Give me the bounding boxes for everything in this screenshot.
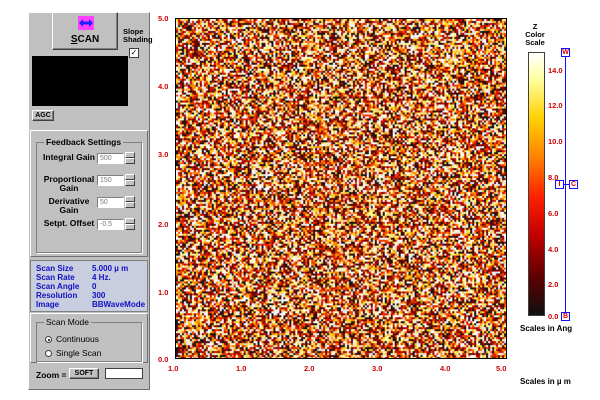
spin-down[interactable] (125, 158, 135, 164)
info-value: 5.000 µ m (92, 264, 129, 273)
info-row: Scan Angle 0 (36, 283, 96, 291)
integral-gain-input[interactable]: 500 (97, 153, 124, 164)
marker-i[interactable]: I (555, 180, 564, 189)
scan-image[interactable] (175, 18, 507, 359)
info-row: Scan Size 5.000 µ m (36, 265, 128, 273)
zoom-label: Zoom = (36, 370, 67, 380)
agc-button[interactable]: AGC (32, 110, 54, 121)
z-tick: 0.0 (548, 312, 559, 321)
z-tick: 12.0 (548, 101, 563, 110)
integral-gain-label: Integral Gain (43, 152, 95, 162)
x-units-label: Scales in µ m (520, 377, 571, 386)
white-level-marker[interactable]: W (561, 48, 570, 57)
feedback-title: Feedback Settings (44, 137, 124, 147)
derivative-gain-row: Derivative Gain 50 (31, 195, 149, 215)
info-key: Scan Angle (36, 282, 80, 291)
z-tick: 14.0 (548, 66, 563, 75)
scan-button-label: SCAN (53, 34, 117, 45)
single-scan-label: Single Scan (56, 348, 102, 358)
continuous-label: Continuous (56, 334, 100, 344)
continuous-radio[interactable]: Continuous (45, 334, 99, 344)
derivative-gain-spinner[interactable] (125, 196, 135, 209)
spin-down[interactable] (125, 180, 135, 186)
info-row: Image BBWaveMode (36, 301, 145, 309)
scan-label-text: CAN (77, 34, 100, 45)
info-key: Scan Size (36, 264, 74, 273)
scan-mode-panel: Scan Mode Continuous Single Scan (30, 313, 148, 363)
z-tick: 6.0 (548, 209, 559, 218)
x-tick: 3.0 (372, 364, 383, 373)
slope-shading-label: Slope Shading (123, 27, 153, 44)
spin-down[interactable] (125, 202, 135, 208)
y-tick: 2.0 (158, 220, 169, 229)
derivative-gain-label: Derivative Gain (48, 196, 90, 215)
zoom-input[interactable] (105, 368, 143, 379)
info-row: Resolution 300 (36, 292, 105, 300)
y-tick: 5.0 (158, 14, 169, 23)
black-level-marker[interactable]: B (561, 312, 570, 321)
info-value: 300 (92, 291, 106, 300)
scan-mode-title: Scan Mode (44, 317, 91, 327)
info-key: Image (36, 300, 60, 309)
single-scan-radio[interactable]: Single Scan (45, 348, 101, 358)
setpoint-offset-input[interactable]: -0.5 (97, 219, 124, 230)
y-tick: 1.0 (158, 288, 169, 297)
proportional-gain-label: Proportional Gain (43, 174, 95, 193)
feedback-settings-panel: Feedback Settings Integral Gain 500 Prop… (30, 130, 148, 257)
y-tick: 4.0 (158, 82, 169, 91)
radio-dot (45, 350, 52, 357)
x-tick: 1.0 (236, 364, 247, 373)
info-value: 4 Hz. (92, 273, 111, 282)
preview-display (32, 56, 128, 106)
soft-button[interactable]: SOFT (69, 368, 99, 379)
info-value: BBWaveMode (92, 300, 146, 309)
scan-button[interactable]: SCAN (52, 12, 118, 50)
z-color-scale-title: Z Color Scale (525, 22, 545, 47)
proportional-gain-row: Proportional Gain 150 (31, 173, 149, 193)
z-tick: 2.0 (548, 280, 559, 289)
info-value: 0 (92, 282, 97, 291)
y-tick: 3.0 (158, 150, 169, 159)
y-tick: 0.0 (158, 355, 169, 364)
x-tick: 2.0 (304, 364, 315, 373)
setpoint-offset-spinner[interactable] (125, 218, 135, 231)
color-scale-bar (528, 52, 545, 316)
integral-gain-row: Integral Gain 500 (31, 151, 149, 171)
info-key: Resolution (36, 291, 78, 300)
setpoint-offset-row: Setpt. Offset -0.5 (31, 217, 149, 237)
z-tick: 10.0 (548, 137, 563, 146)
x-tick: 4.0 (440, 364, 451, 373)
marker-c[interactable]: C (569, 180, 578, 189)
scan-mnemonic-s: S (70, 34, 78, 45)
info-key: Scan Rate (36, 273, 75, 282)
setpoint-offset-label: Setpt. Offset (43, 218, 95, 228)
proportional-gain-input[interactable]: 150 (97, 175, 124, 186)
integral-gain-spinner[interactable] (125, 152, 135, 165)
proportional-gain-spinner[interactable] (125, 174, 135, 187)
scan-info-panel: Scan Size 5.000 µ m Scan Rate 4 Hz. Scan A… (30, 260, 148, 312)
z-tick: 4.0 (548, 245, 559, 254)
x-tick: 1.0 (168, 364, 179, 373)
slope-shading-checkbox[interactable]: ✓ (129, 48, 139, 58)
double-arrow-icon (78, 16, 94, 30)
info-row: Scan Rate 4 Hz. (36, 274, 111, 282)
x-tick: 5.0 (496, 364, 507, 373)
z-units-label: Scales in Ang (520, 324, 573, 333)
spin-down[interactable] (125, 224, 135, 230)
radio-dot-selected (45, 336, 52, 343)
derivative-gain-input[interactable]: 50 (97, 197, 124, 208)
